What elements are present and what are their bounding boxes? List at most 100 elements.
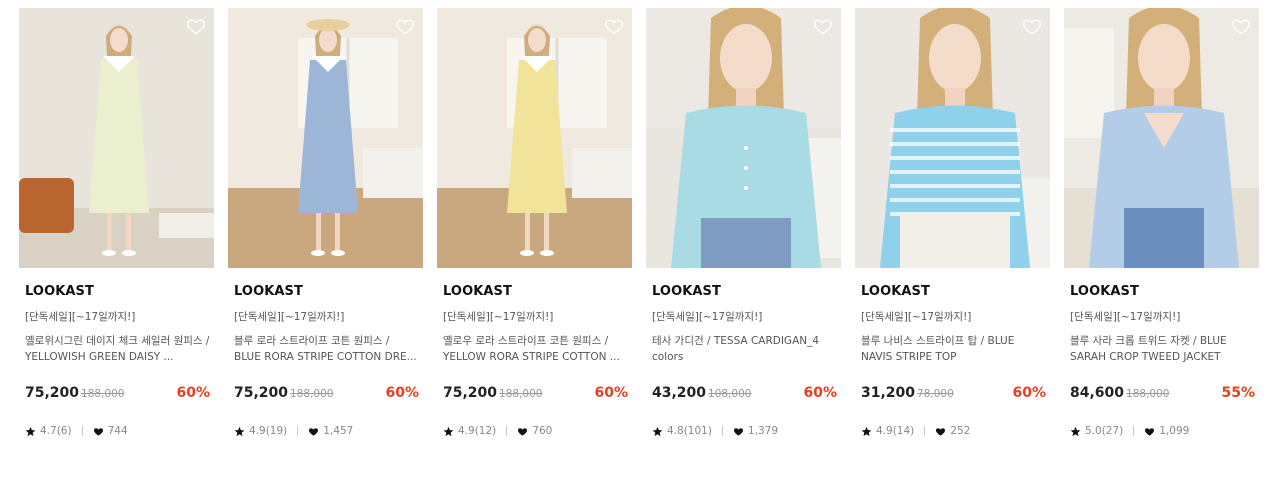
promo-label: [단독세일][~17일까지!] xyxy=(234,311,345,323)
sale-price-value: 84,600 xyxy=(1070,385,1125,401)
product-card[interactable]: LOOKAST [단독세일][~17일까지!] 테사 가디건 / TESSA CAR… xyxy=(646,8,841,468)
product-photo xyxy=(228,8,423,268)
wishlist-heart-icon[interactable] xyxy=(395,16,415,36)
likes-count: 1,379 xyxy=(747,425,778,437)
heart-icon xyxy=(935,426,946,437)
product-photo xyxy=(646,8,841,268)
wishlist-heart-icon[interactable] xyxy=(604,16,624,36)
star-icon xyxy=(652,426,663,437)
product-name[interactable]: 블루 사라 크롭 트위드 자켓 / BLUE SARAH CROP TWEED … xyxy=(1070,333,1255,365)
sale-price-value: 75,200 xyxy=(234,385,289,401)
heart-icon xyxy=(517,426,528,437)
product-stats: 4.7(6) 744 xyxy=(25,425,128,437)
heart-icon xyxy=(1144,426,1155,437)
product-name[interactable]: 블루 로라 스트라이프 코튼 원피스 / BLUE RORA STRIPE CO… xyxy=(234,333,419,365)
star-icon xyxy=(234,426,245,437)
wishlist-heart-icon[interactable] xyxy=(186,16,206,36)
product-photo xyxy=(855,8,1050,268)
product-photo xyxy=(437,8,632,268)
product-photo xyxy=(1064,8,1259,268)
price-row: 31,200 78,000 60% xyxy=(861,385,1046,405)
discount-rate: 60% xyxy=(385,385,419,401)
product-image[interactable] xyxy=(855,8,1050,268)
rating-value: 4.7(6) xyxy=(40,425,72,437)
product-image[interactable] xyxy=(228,8,423,268)
heart-icon xyxy=(733,426,744,437)
rating-value: 4.9(14) xyxy=(876,425,915,437)
promo-label: [단독세일][~17일까지!] xyxy=(25,311,136,323)
product-name[interactable]: 옐로위시그린 데이지 체크 세일러 원피스 / YELLOWISH GREEN … xyxy=(25,333,210,365)
sale-price-value: 75,200 xyxy=(25,385,80,401)
brand-name[interactable]: LOOKAST xyxy=(443,284,512,299)
likes-count: 252 xyxy=(950,425,971,437)
brand-name[interactable]: LOOKAST xyxy=(1070,284,1139,299)
sale-price: 84,600 188,000 xyxy=(1070,385,1169,401)
product-card[interactable]: LOOKAST [단독세일][~17일까지!] 블루 사라 크롭 트위드 자켓 / … xyxy=(1064,8,1259,468)
star-icon xyxy=(1070,426,1081,437)
divider xyxy=(721,426,723,436)
promo-label: [단독세일][~17일까지!] xyxy=(1070,311,1181,323)
product-stats: 4.9(14) 252 xyxy=(861,425,970,437)
price-row: 75,200 188,000 60% xyxy=(25,385,210,405)
original-price: 188,000 xyxy=(81,388,125,400)
likes-count: 744 xyxy=(107,425,128,437)
product-card[interactable]: LOOKAST [단독세일][~17일까지!] 옐로위시그린 데이지 체크 세일러 … xyxy=(19,8,214,468)
price-row: 75,200 188,000 60% xyxy=(443,385,628,405)
original-price: 108,000 xyxy=(708,388,752,400)
original-price: 78,000 xyxy=(917,388,954,400)
promo-label: [단독세일][~17일까지!] xyxy=(652,311,763,323)
divider xyxy=(506,426,508,436)
product-grid: LOOKAST [단독세일][~17일까지!] 옐로위시그린 데이지 체크 세일러 … xyxy=(19,8,1261,478)
price-row: 43,200 108,000 60% xyxy=(652,385,837,405)
product-image[interactable] xyxy=(437,8,632,268)
product-name[interactable]: 테사 가디건 / TESSA CARDIGAN_4 colors xyxy=(652,333,837,365)
product-stats: 4.8(101) 1,379 xyxy=(652,425,778,437)
divider xyxy=(1133,426,1135,436)
divider xyxy=(924,426,926,436)
likes-count: 1,457 xyxy=(323,425,354,437)
discount-rate: 60% xyxy=(803,385,837,401)
star-icon xyxy=(25,426,36,437)
price-row: 75,200 188,000 60% xyxy=(234,385,419,405)
discount-rate: 55% xyxy=(1221,385,1255,401)
product-stats: 5.0(27) 1,099 xyxy=(1070,425,1189,437)
original-price: 188,000 xyxy=(1126,388,1170,400)
product-image[interactable] xyxy=(1064,8,1259,268)
promo-label: [단독세일][~17일까지!] xyxy=(443,311,554,323)
star-icon xyxy=(443,426,454,437)
discount-rate: 60% xyxy=(594,385,628,401)
sale-price: 31,200 78,000 xyxy=(861,385,954,401)
sale-price: 75,200 188,000 xyxy=(443,385,542,401)
rating-value: 4.9(19) xyxy=(249,425,288,437)
product-card[interactable]: LOOKAST [단독세일][~17일까지!] 옐로우 로라 스트라이프 코튼 원피… xyxy=(437,8,632,468)
product-stats: 4.9(12) 760 xyxy=(443,425,552,437)
brand-name[interactable]: LOOKAST xyxy=(25,284,94,299)
wishlist-heart-icon[interactable] xyxy=(1231,16,1251,36)
original-price: 188,000 xyxy=(290,388,334,400)
discount-rate: 60% xyxy=(1012,385,1046,401)
heart-icon xyxy=(93,426,104,437)
product-card[interactable]: LOOKAST [단독세일][~17일까지!] 블루 로라 스트라이프 코튼 원피스… xyxy=(228,8,423,468)
product-card[interactable]: LOOKAST [단독세일][~17일까지!] 블루 나비스 스트라이프 탑 / B… xyxy=(855,8,1050,468)
sale-price: 75,200 188,000 xyxy=(234,385,333,401)
product-photo xyxy=(19,8,214,268)
promo-label: [단독세일][~17일까지!] xyxy=(861,311,972,323)
wishlist-heart-icon[interactable] xyxy=(813,16,833,36)
brand-name[interactable]: LOOKAST xyxy=(234,284,303,299)
star-icon xyxy=(861,426,872,437)
rating-value: 5.0(27) xyxy=(1085,425,1124,437)
product-image[interactable] xyxy=(646,8,841,268)
divider xyxy=(297,426,299,436)
brand-name[interactable]: LOOKAST xyxy=(861,284,930,299)
heart-icon xyxy=(308,426,319,437)
wishlist-heart-icon[interactable] xyxy=(1022,16,1042,36)
sale-price: 43,200 108,000 xyxy=(652,385,751,401)
brand-name[interactable]: LOOKAST xyxy=(652,284,721,299)
likes-count: 760 xyxy=(532,425,553,437)
product-image[interactable] xyxy=(19,8,214,268)
product-stats: 4.9(19) 1,457 xyxy=(234,425,353,437)
original-price: 188,000 xyxy=(499,388,543,400)
product-name[interactable]: 옐로우 로라 스트라이프 코튼 원피스 / YELLOW RORA STRIPE… xyxy=(443,333,628,365)
product-name[interactable]: 블루 나비스 스트라이프 탑 / BLUE NAVIS STRIPE TOP xyxy=(861,333,1046,365)
sale-price-value: 75,200 xyxy=(443,385,498,401)
